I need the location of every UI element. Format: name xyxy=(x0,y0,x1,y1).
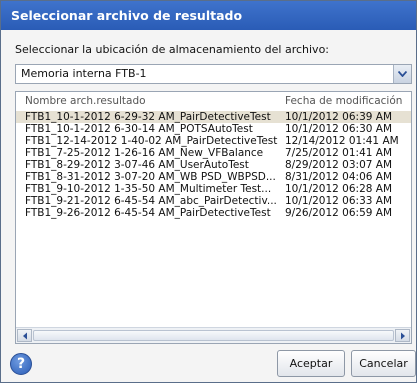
file-row[interactable]: FTB1_12-14-2012 1-40-02 AM_PairDetective… xyxy=(16,135,411,147)
file-name: FTB1_8-31-2012 3-07-20 AM_WB PSD_WBPSD..… xyxy=(25,171,276,183)
file-modified-date: 9/26/2012 06:59 AM xyxy=(285,207,393,219)
file-modified-date: 8/31/2012 04:06 AM xyxy=(285,171,393,183)
select-result-file-dialog: Seleccionar archivo de resultado Selecci… xyxy=(0,0,417,383)
dropdown-button[interactable] xyxy=(393,65,411,83)
storage-location-select[interactable]: Memoria interna FTB-1 xyxy=(15,64,412,84)
scroll-right-button[interactable] xyxy=(395,329,410,342)
arrow-right-icon xyxy=(400,332,405,339)
file-row[interactable]: FTB1_10-1-2012 6-30-14 AM_POTSAutoTest 10… xyxy=(16,123,411,135)
file-modified-date: 10/1/2012 06:28 AM xyxy=(285,183,393,195)
file-modified-date: 8/29/2012 03:07 AM xyxy=(285,159,393,171)
file-row[interactable]: FTB1_7-25-2012 1-26-16 AM_New_VFBalance 7… xyxy=(16,147,411,159)
file-name: FTB1_10-1-2012 6-30-14 AM_POTSAutoTest xyxy=(25,123,253,135)
chevron-down-icon xyxy=(398,71,407,77)
column-header-name[interactable]: Nombre arch.resultado xyxy=(25,95,146,107)
file-name: FTB1_9-26-2012 6-45-54 AM_PairDetectiveT… xyxy=(25,207,271,219)
file-rows: FTB1_10-1-2012 6-29-32 AM_PairDetectiveT… xyxy=(16,111,411,219)
horizontal-scrollbar[interactable] xyxy=(16,327,411,343)
arrow-left-icon xyxy=(22,332,27,339)
file-row[interactable]: FTB1_9-26-2012 6-45-54 AM_PairDetectiveT… xyxy=(16,207,411,219)
file-list[interactable]: Nombre arch.resultado Fecha de modificac… xyxy=(15,91,412,344)
scrollbar-thumb[interactable] xyxy=(33,330,394,341)
file-row[interactable]: FTB1_9-10-2012 1-35-50 AM_Multimeter Tes… xyxy=(16,183,411,195)
storage-location-value: Memoria interna FTB-1 xyxy=(21,67,147,80)
file-row[interactable]: FTB1_10-1-2012 6-29-32 AM_PairDetectiveT… xyxy=(16,111,411,123)
dialog-title: Seleccionar archivo de resultado xyxy=(1,1,416,30)
dialog-footer: ? Aceptar Cancelar xyxy=(1,344,416,382)
column-header-date[interactable]: Fecha de modificación xyxy=(285,95,402,107)
accept-button[interactable]: Aceptar xyxy=(277,350,345,377)
file-modified-date: 12/14/2012 01:41 AM xyxy=(285,135,399,147)
file-modified-date: 7/25/2012 01:41 AM xyxy=(285,147,393,159)
scroll-left-button[interactable] xyxy=(17,329,32,342)
file-name: FTB1_10-1-2012 6-29-32 AM_PairDetectiveT… xyxy=(25,111,271,123)
file-row[interactable]: FTB1_8-31-2012 3-07-20 AM_WB PSD_WBPSD..… xyxy=(16,171,411,183)
help-button[interactable]: ? xyxy=(10,353,32,375)
file-row[interactable]: FTB1_9-21-2012 6-45-54 AM_abc_PairDetect… xyxy=(16,195,411,207)
file-modified-date: 10/1/2012 06:30 AM xyxy=(285,123,393,135)
file-row[interactable]: FTB1_8-29-2012 3-07-46 AM_UserAutoTest 8/… xyxy=(16,159,411,171)
file-modified-date: 10/1/2012 06:39 AM xyxy=(285,111,393,123)
file-modified-date: 10/1/2012 06:33 AM xyxy=(285,195,393,207)
file-name: FTB1_7-25-2012 1-26-16 AM_New_VFBalance xyxy=(25,147,264,159)
list-header: Nombre arch.resultado Fecha de modificac… xyxy=(16,92,411,110)
location-prompt: Seleccionar la ubicación de almacenamien… xyxy=(15,43,330,56)
cancel-button[interactable]: Cancelar xyxy=(351,350,416,377)
file-name: FTB1_9-10-2012 1-35-50 AM_Multimeter Tes… xyxy=(25,183,272,195)
file-name: FTB1_8-29-2012 3-07-46 AM_UserAutoTest xyxy=(25,159,249,171)
file-name: FTB1_12-14-2012 1-40-02 AM_PairDetective… xyxy=(25,135,278,147)
file-name: FTB1_9-21-2012 6-45-54 AM_abc_PairDetect… xyxy=(25,195,277,207)
